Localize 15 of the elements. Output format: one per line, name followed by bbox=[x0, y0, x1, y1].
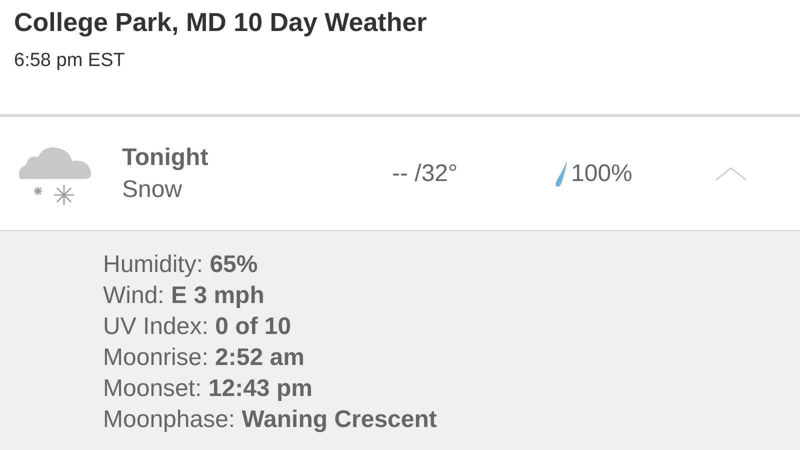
detail-text: Moonphase: Waning Crescent bbox=[103, 405, 438, 435]
detail-text: UV Index: 0 of 10 bbox=[103, 312, 292, 342]
detail-text: Humidity: 65% bbox=[103, 250, 259, 280]
temperature-text: -- /32° bbox=[392, 160, 459, 188]
day-row[interactable]: Tonight Snow -- /32° 100% bbox=[0, 117, 800, 231]
page-title: College Park, MD 10 Day Weather bbox=[14, 6, 428, 38]
raindrop-icon bbox=[555, 160, 569, 188]
condition-text: Snow bbox=[122, 176, 184, 204]
precipitation-text: 100% bbox=[571, 160, 632, 188]
detail-text: Wind: E 3 mph bbox=[103, 281, 266, 311]
detail-text: Moonset: 12:43 pm bbox=[103, 374, 314, 404]
chevron-icon[interactable] bbox=[715, 166, 747, 180]
detail-text: Moonrise: 2:52 am bbox=[103, 343, 306, 373]
day-name: Tonight bbox=[122, 144, 210, 172]
update-time: 6:58 pm EST bbox=[14, 50, 126, 72]
